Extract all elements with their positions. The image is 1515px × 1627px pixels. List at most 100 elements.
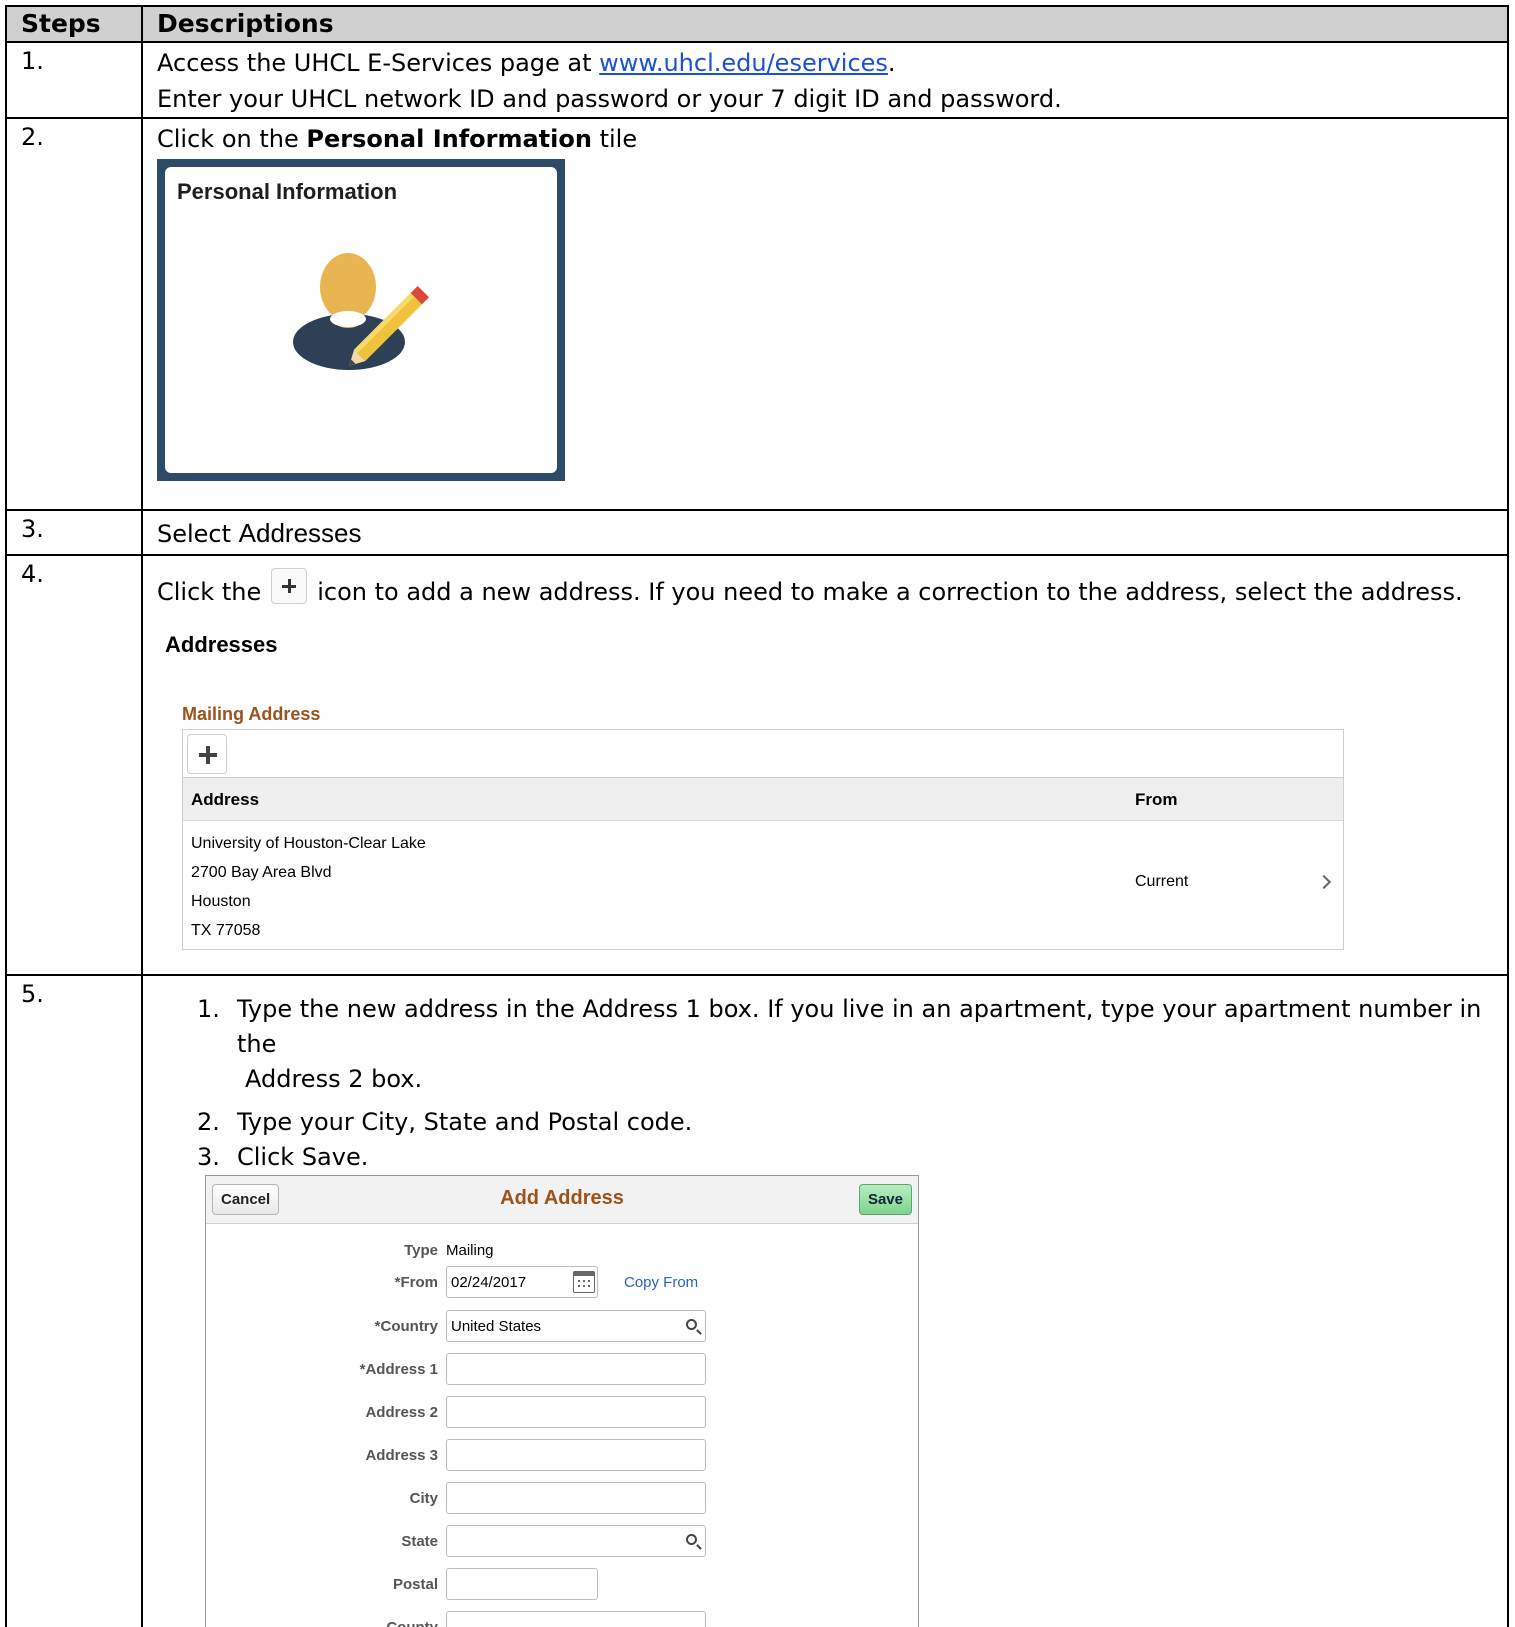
person-edit-icon: [293, 253, 430, 370]
add-address-button[interactable]: [187, 734, 227, 774]
city-row: City: [206, 1482, 918, 1516]
step-number: 4.: [5, 554, 143, 976]
address-from: Current: [1135, 873, 1189, 890]
instruction-list: 1. Type the new address in the Address 1 …: [197, 992, 1507, 1175]
calendar-icon[interactable]: [573, 1271, 595, 1293]
tile-body: Personal Information: [165, 167, 557, 473]
step-number: 3.: [5, 509, 143, 556]
city-field[interactable]: [446, 1482, 706, 1514]
step-row-5: 5. 1. Type the new address in the Address…: [5, 974, 1509, 1627]
list-number: 3.: [197, 1143, 220, 1171]
country-label: *Country: [374, 1318, 438, 1335]
postal-label: Postal: [392, 1576, 438, 1593]
col-from: From: [1135, 790, 1178, 809]
address3-label: Address 3: [365, 1447, 438, 1464]
type-value: Mailing: [446, 1242, 494, 1259]
country-field[interactable]: United States: [446, 1310, 706, 1342]
postal-row: Postal: [206, 1568, 918, 1602]
state-label: State: [401, 1533, 438, 1550]
step1-text: Access the UHCL E-Services page at: [157, 49, 600, 77]
search-icon[interactable]: [686, 1319, 697, 1330]
mailing-address-title: Mailing Address: [182, 704, 321, 724]
address-line: TX 77058: [191, 922, 261, 939]
step4-line: Click the icon to add a new address. If y…: [157, 568, 1507, 612]
list-item: 1. Type the new address in the Address 1 …: [197, 992, 1507, 1097]
county-label: County: [386, 1619, 438, 1627]
county-row: County: [206, 1611, 918, 1627]
list-number: 2.: [197, 1108, 220, 1136]
list-text: Type your City, State and Postal code.: [237, 1108, 693, 1136]
list-text: Address 2 box.: [245, 1065, 423, 1093]
country-value: United States: [451, 1318, 542, 1335]
step3-bold: Addresses: [238, 518, 362, 548]
address-row[interactable]: University of Houston-Clear Lake 2700 Ba…: [183, 821, 1343, 949]
address1-field[interactable]: [446, 1353, 706, 1385]
step-row-2: 2. Click on the Personal Information til…: [5, 117, 1509, 511]
step-description: Access the UHCL E-Services page at www.u…: [141, 41, 1509, 119]
addresses-title: Addresses: [165, 632, 278, 657]
address2-row: Address 2: [206, 1396, 918, 1430]
table-header: Steps Descriptions: [5, 5, 1509, 43]
step2-text: Click on the: [157, 125, 307, 153]
list-item: 3. Click Save.: [197, 1140, 1507, 1175]
list-number: 1.: [197, 995, 220, 1023]
address-lines: University of Houston-Clear Lake 2700 Ba…: [191, 829, 426, 945]
state-field[interactable]: [446, 1525, 706, 1557]
col-address: Address: [191, 790, 260, 809]
country-row: *Country United States: [206, 1310, 918, 1344]
from-row: *From 02/24/2017 Copy From: [206, 1266, 918, 1300]
state-row: State: [206, 1525, 918, 1559]
header-descriptions: Descriptions: [141, 5, 1509, 43]
step3-text: Select: [157, 520, 239, 548]
steps-table: Steps Descriptions 1. Access the UHCL E-…: [5, 5, 1509, 1627]
plus-icon: [271, 568, 308, 604]
step1-period: .: [887, 49, 896, 77]
step-number: 2.: [5, 117, 143, 511]
step1-line2: Enter your UHCL network ID and password …: [157, 85, 1062, 113]
city-label: City: [409, 1490, 438, 1507]
personal-information-tile[interactable]: Personal Information: [157, 159, 565, 481]
type-label: Type: [404, 1242, 438, 1259]
address-line: University of Houston-Clear Lake: [191, 835, 426, 852]
step-description: 1. Type the new address in the Address 1 …: [141, 974, 1509, 1627]
chevron-right-icon: [1316, 874, 1332, 890]
search-icon[interactable]: [686, 1534, 697, 1545]
address2-field[interactable]: [446, 1396, 706, 1428]
postal-field[interactable]: [446, 1568, 598, 1600]
from-date-field[interactable]: 02/24/2017: [446, 1266, 598, 1298]
address3-field[interactable]: [446, 1439, 706, 1471]
step-row-1: 1. Access the UHCL E-Services page at ww…: [5, 41, 1509, 119]
step-description: Click the icon to add a new address. If y…: [141, 554, 1509, 976]
step-row-3: 3. Select Addresses: [5, 509, 1509, 556]
list-text: Type the new address in the Address 1 bo…: [237, 995, 1482, 1058]
from-date-value: 02/24/2017: [451, 1274, 527, 1291]
step4-text-end: icon to add a new address. If you need t…: [317, 578, 1463, 606]
step-number: 5.: [5, 974, 143, 1627]
form-title: Add Address: [500, 1187, 624, 1209]
step3-line: Select Addresses: [157, 513, 1507, 553]
copy-from-link[interactable]: Copy From: [624, 1274, 698, 1291]
add-address-form: Cancel Add Address Save Type Mailing *Fr…: [205, 1175, 919, 1627]
address-line: 2700 Bay Area Blvd: [191, 864, 332, 881]
list-text: Click Save.: [237, 1143, 369, 1171]
tile-title: Personal Information: [177, 179, 398, 204]
grid-toolbar: [183, 730, 1343, 778]
form-header: Cancel Add Address Save: [206, 1176, 918, 1224]
step-description: Select Addresses: [141, 509, 1509, 556]
address2-label: Address 2: [365, 1404, 438, 1421]
eservices-link[interactable]: www.uhcl.edu/eservices: [599, 49, 888, 77]
header-steps: Steps: [5, 5, 143, 43]
step-description: Click on the Personal Information tile P…: [141, 117, 1509, 511]
step2-bold: Personal Information: [306, 125, 592, 153]
step-row-4: 4. Click the icon to add a new address. I…: [5, 554, 1509, 976]
county-field[interactable]: [446, 1611, 706, 1627]
address-line: Houston: [191, 893, 251, 910]
save-button[interactable]: Save: [858, 1184, 912, 1215]
mailing-address-grid: Address From University of Houston-Clear…: [182, 729, 1344, 950]
address1-label: *Address 1: [359, 1361, 438, 1378]
from-label: *From: [394, 1274, 438, 1291]
address1-row: *Address 1: [206, 1353, 918, 1387]
address3-row: Address 3: [206, 1439, 918, 1473]
type-row: Type Mailing: [206, 1234, 918, 1268]
step-number: 1.: [5, 41, 143, 119]
